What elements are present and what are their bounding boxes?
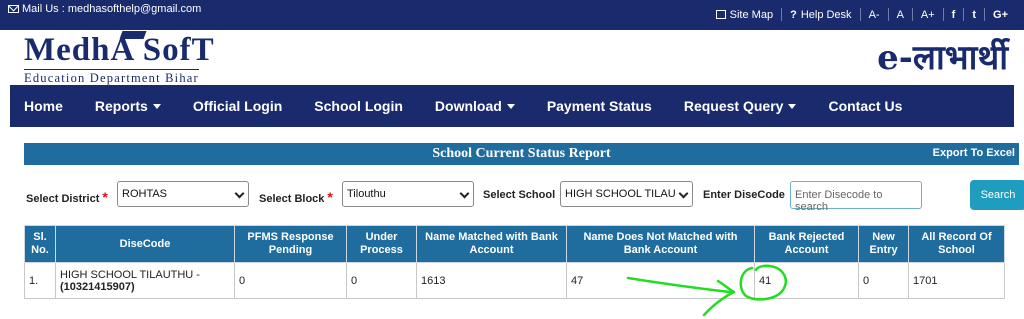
nav-request-query[interactable]: Request Query [684,98,797,114]
nav-school-login[interactable]: School Login [314,98,403,114]
col-name-matched: Name Matched with Bank Account [416,225,567,263]
search-button[interactable]: Search [970,180,1024,210]
school-label: Select School [483,189,556,201]
logo-band: MedhA SofT Education Department Bihar e-… [0,30,1024,85]
district-label: Select District * [26,189,108,205]
col-name-not-matched: Name Does Not Matched with Bank Account [566,225,755,263]
question-icon: ? [790,8,797,21]
col-under-process: Under Process [346,225,417,263]
top-links: Site Map ? Help Desk A- A A+ f t G+ [708,8,1016,21]
nav-contact-us[interactable]: Contact Us [828,98,902,114]
disecode-label: Enter DiseCode [703,189,785,201]
mail-us[interactable]: Mail Us : medhasofthelp@gmail.com [8,3,201,15]
logo-subtitle: Education Department Bihar [24,69,199,85]
district-select[interactable]: ROHTAS [117,181,249,207]
disecode-input[interactable]: Enter Disecode to search [790,181,922,213]
chevron-down-icon [234,188,245,199]
filter-row: Select District * ROHTAS Select Block * Ti… [24,180,1024,213]
help-desk-link[interactable]: ? Help Desk [781,8,859,21]
col-sl-no: Sl. No. [24,225,56,263]
font-normal-button[interactable]: A [887,8,912,21]
top-bar: Mail Us : medhasofthelp@gmail.com Site M… [0,0,1024,30]
nav-official-login[interactable]: Official Login [193,98,282,114]
font-decrease-button[interactable]: A- [859,8,888,21]
cell-sl: 1. [24,262,56,299]
col-pfms-pending: PFMS Response Pending [234,225,347,263]
nav-home[interactable]: Home [24,98,63,114]
font-increase-button[interactable]: A+ [911,8,943,21]
block-select[interactable]: Tilouthu [342,181,474,207]
map-icon [715,10,726,19]
cell-disecode: HIGH SCHOOL TILAUTHU - (10321415907) [55,262,235,299]
chevron-down-icon [459,188,470,199]
cell-pfms-pending: 0 [234,262,347,299]
cell-under-process: 0 [346,262,417,299]
mail-us-label: Mail Us : medhasofthelp@gmail.com [22,3,202,15]
cell-name-not-matched: 47 [566,262,755,299]
chevron-down-icon [506,103,515,109]
col-new-entry: New Entry [858,225,909,263]
cell-all-record: 1701 [908,262,1005,299]
site-map-link[interactable]: Site Map [708,8,781,21]
chevron-down-icon [152,103,161,109]
cell-bank-rejected: 41 [754,262,859,299]
facebook-icon[interactable]: f [942,8,964,21]
status-table: Sl. No. DiseCode PFMS Response Pending U… [24,225,1005,299]
block-label: Select Block * [259,189,333,205]
school-select[interactable]: HIGH SCHOOL TILAU [560,181,693,207]
nav-reports[interactable]: Reports [95,98,161,114]
main-nav: Home Reports Official Login School Login… [10,85,1014,127]
e-labharthi-brand: e-लाभार्थी [877,38,1008,78]
table-row: 1. HIGH SCHOOL TILAUTHU - (10321415907) … [24,262,1005,299]
chevron-down-icon [788,103,797,109]
export-excel-link[interactable]: Export To Excel [933,147,1015,159]
col-bank-rejected: Bank Rejected Account [754,225,859,263]
twitter-icon[interactable]: t [963,8,984,21]
nav-payment-status[interactable]: Payment Status [547,98,652,114]
nav-download[interactable]: Download [435,98,515,114]
report-header: School Current Status Report Export To E… [24,143,1019,165]
table-header-row: Sl. No. DiseCode PFMS Response Pending U… [24,225,1005,263]
cell-new-entry: 0 [858,262,909,299]
chevron-down-icon [678,188,689,199]
col-disecode: DiseCode [55,225,235,263]
mail-icon [8,5,19,13]
cell-name-matched: 1613 [416,262,567,299]
col-all-record: All Record Of School [908,225,1005,263]
report-title: School Current Status Report [432,146,611,161]
graduation-cap-icon [119,31,147,39]
google-plus-icon[interactable]: G+ [984,8,1016,21]
